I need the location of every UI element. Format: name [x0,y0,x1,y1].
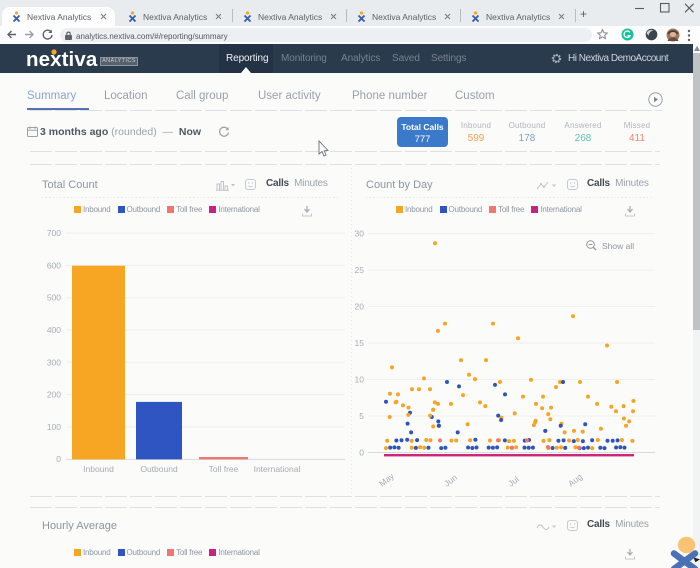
svg-text:5: 5 [359,411,364,421]
svg-text:500: 500 [47,293,61,303]
svg-text:15: 15 [355,338,365,348]
svg-text:International: International [254,464,301,474]
svg-text:Toll free: Toll free [209,464,239,474]
svg-text:0: 0 [56,454,61,464]
svg-text:Aug: Aug [566,471,584,488]
svg-text:25: 25 [355,265,365,275]
svg-text:700: 700 [47,228,61,238]
svg-text:100: 100 [47,422,61,432]
svg-text:May: May [377,470,396,488]
svg-text:300: 300 [47,357,61,367]
svg-text:600: 600 [47,260,61,270]
svg-text:30: 30 [355,229,365,239]
svg-text:Inbound: Inbound [83,464,114,474]
svg-text:20: 20 [355,302,365,312]
svg-text:10: 10 [355,375,365,385]
svg-text:400: 400 [47,325,61,335]
svg-text:200: 200 [47,390,61,400]
svg-text:Jun: Jun [442,472,459,488]
svg-text:0: 0 [359,448,364,458]
svg-text:Outbound: Outbound [140,464,178,474]
svg-text:Jul: Jul [506,474,521,489]
